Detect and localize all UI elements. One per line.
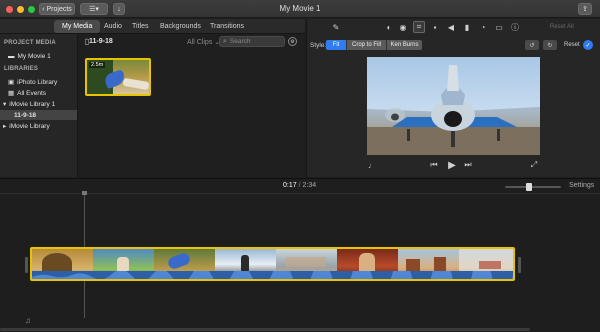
sidebar-item-iphoto[interactable]: ▣ iPhoto Library (8, 77, 57, 87)
search-icon: ⌕ (223, 37, 227, 45)
camera-icon[interactable]: ▪ (430, 22, 440, 32)
sidebar-item-all-events[interactable]: ▦ All Events (8, 88, 46, 98)
playhead-marker[interactable] (82, 191, 87, 195)
projects-button[interactable]: ‹ Projects (39, 3, 75, 15)
chevron-left-icon: ‹ (42, 5, 45, 13)
search-field[interactable]: ⌕ Search (219, 36, 285, 47)
waveform-graphic (32, 253, 513, 279)
browser-tabs: My Media Audio Titles Backgrounds Transi… (0, 19, 305, 34)
share-icon: ⇪ (582, 6, 588, 13)
play-icon[interactable]: ▶ (446, 159, 458, 171)
music-note-icon: ♫ (25, 315, 31, 325)
timeline-divider (0, 193, 600, 194)
reset-all-button[interactable]: Reset All (550, 24, 574, 30)
reset-button[interactable]: Reset (564, 42, 580, 48)
minimize-window-button[interactable] (17, 6, 24, 13)
library-view-button[interactable]: ☰▾ (80, 3, 108, 15)
volume-icon[interactable]: ◀ (446, 22, 456, 32)
timecode: 0:17 / 2:34 (283, 182, 317, 189)
sidebar-item-imovie-library[interactable]: ▸ iMovie Library (3, 121, 50, 131)
close-window-button[interactable] (6, 6, 13, 13)
rotate-right-icon[interactable]: ↻ (543, 40, 557, 50)
project-media-heading: PROJECT MEDIA (4, 40, 56, 46)
timeline: 0:17 / 2:34 Settings ♫ (0, 178, 600, 332)
clip-filter-dropdown[interactable]: All Clips ⌄ (187, 38, 220, 46)
audio-bars-icon[interactable]: ▮ (462, 22, 472, 32)
zoom-slider-knob[interactable] (526, 183, 532, 191)
color-balance-icon[interactable]: ◐ (384, 22, 394, 32)
timeline-clip[interactable] (30, 247, 515, 281)
video-preview (367, 57, 540, 155)
libraries-sidebar: PROJECT MEDIA ▬ My Movie 1 LIBRARIES ▣ i… (0, 34, 78, 177)
rotate-left-icon[interactable]: ↺ (525, 40, 539, 50)
jet-aircraft-image (367, 65, 540, 155)
import-button[interactable]: ↓ (113, 3, 125, 15)
settings-gear-icon[interactable]: ⚙ (288, 37, 297, 46)
style-crop-to-fill-button[interactable]: Crop to Fill (346, 40, 386, 50)
title-bar: ‹ Projects ☰▾ ↓ My Movie 1 ⇪ (0, 0, 600, 18)
event-title: 11-9-18 (89, 38, 113, 45)
import-arrow-icon: ↓ (117, 5, 121, 13)
disclosure-down-icon: ▾ (3, 101, 7, 108)
stabilization-icon[interactable]: ▭ (494, 22, 504, 32)
skip-back-icon[interactable]: ⏮ (429, 160, 439, 170)
timeline-settings-button[interactable]: Settings (569, 182, 594, 189)
tab-transitions[interactable]: Transitions (202, 20, 252, 33)
media-browser: ▯ 11-9-18 All Clips ⌄ ⌕ Search ⚙ 2.5m (79, 34, 305, 177)
color-correction-icon[interactable]: ◉ (398, 22, 408, 32)
crop-icon[interactable]: ⌗ (413, 21, 425, 33)
apply-checkmark-icon[interactable]: ✓ (583, 40, 593, 50)
timeline-scrollbar[interactable] (0, 328, 530, 331)
fullscreen-icon[interactable]: ⤢ (529, 160, 539, 170)
viewer-panel: ✎ ◐ ◉ ⌗ ▪ ◀ ▮ ◔ ▭ ⓘ Reset All Style: Fit… (306, 19, 600, 177)
left-trim-handle[interactable] (25, 257, 28, 273)
zoom-window-button[interactable] (28, 6, 35, 13)
grid-icon: ▦ (8, 90, 15, 97)
disclosure-right-icon: ▸ (3, 123, 7, 130)
media-clip-thumbnail[interactable]: 2.5m (85, 58, 151, 96)
window-title: My Movie 1 (279, 4, 321, 13)
skip-forward-icon[interactable]: ⏭ (463, 160, 473, 170)
microphone-icon[interactable]: ♩ (367, 160, 377, 170)
film-icon: ▬ (8, 52, 15, 60)
style-ken-burns-button[interactable]: Ken Burns (386, 40, 422, 50)
sidebar-item-event[interactable]: 11-9-18 (0, 110, 77, 120)
tab-backgrounds[interactable]: Backgrounds (152, 20, 209, 33)
photos-icon: ▣ (8, 79, 15, 86)
tab-my-media[interactable]: My Media (54, 20, 101, 33)
style-fit-button[interactable]: Fit (326, 40, 346, 50)
right-trim-handle[interactable] (518, 257, 521, 273)
audio-waveform (32, 253, 513, 279)
info-icon[interactable]: ⓘ (510, 22, 520, 32)
libraries-heading: LIBRARIES (4, 66, 39, 72)
sidebar-item-project[interactable]: ▬ My Movie 1 (8, 51, 51, 61)
speed-icon[interactable]: ◔ (478, 22, 488, 32)
zoom-slider[interactable] (505, 183, 561, 191)
sidebar-item-imovie-library-1[interactable]: ▾ iMovie Library 1 (3, 99, 55, 109)
style-label: Style: (310, 42, 327, 49)
clip-duration: 2.5m (89, 62, 106, 68)
share-button[interactable]: ⇪ (578, 3, 592, 15)
magic-wand-icon[interactable]: ✎ (331, 22, 341, 32)
library-list-icon: ☰▾ (89, 6, 99, 13)
